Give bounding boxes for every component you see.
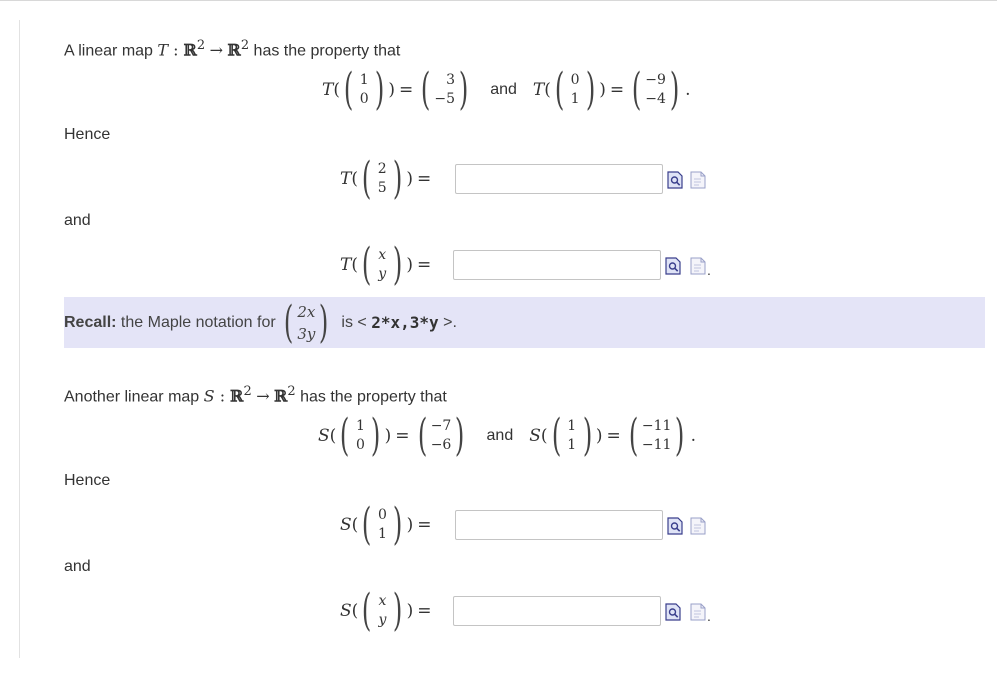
part2-question2-equation: S( ( xy ) ) = xyxy=(340,585,432,636)
part2-and-label: and xyxy=(64,558,91,575)
top-divider xyxy=(0,0,997,1)
preview-icon[interactable] xyxy=(667,517,683,535)
help-document-icon[interactable] xyxy=(690,603,706,621)
part1-and-label: and xyxy=(64,212,91,229)
part1-given-equation: T( ( 10 ) ) = ( 3 −5 ) and T( ( 01 ) ) = ( … xyxy=(322,64,691,115)
recall-note: Recall: the Maple notation for ( 2x 3y ) … xyxy=(64,296,457,348)
part1-answer2-input[interactable] xyxy=(453,250,661,280)
preview-icon[interactable] xyxy=(667,171,683,189)
help-document-icon[interactable] xyxy=(690,171,706,189)
help-document-icon[interactable] xyxy=(690,257,706,275)
part2-answer1-input[interactable] xyxy=(455,510,663,540)
help-document-icon[interactable] xyxy=(690,517,706,535)
part1-answer1-input[interactable] xyxy=(455,164,663,194)
preview-icon[interactable] xyxy=(665,603,681,621)
part2-intro: Another linear map S : ℝ2 → ℝ2 has the p… xyxy=(64,384,447,406)
preview-icon[interactable] xyxy=(665,257,681,275)
left-divider xyxy=(19,20,20,658)
part1-question2-equation: T( ( xy ) ) = xyxy=(340,239,432,290)
part1-intro: A linear map T : ℝ2 → ℝ2 has the propert… xyxy=(64,38,401,60)
part1-hence-label: Hence xyxy=(64,126,111,143)
part2-question1-equation: S( ( 01 ) ) = xyxy=(340,499,432,550)
part2-given-equation: S( ( 10 ) ) = ( −7 −6 ) and S( ( 11 ) ) = (… xyxy=(318,410,697,461)
part1-question1-equation: T( ( 25 ) ) = xyxy=(340,153,432,204)
part2-answer2-input[interactable] xyxy=(453,596,661,626)
part2-hence-label: Hence xyxy=(64,472,111,489)
